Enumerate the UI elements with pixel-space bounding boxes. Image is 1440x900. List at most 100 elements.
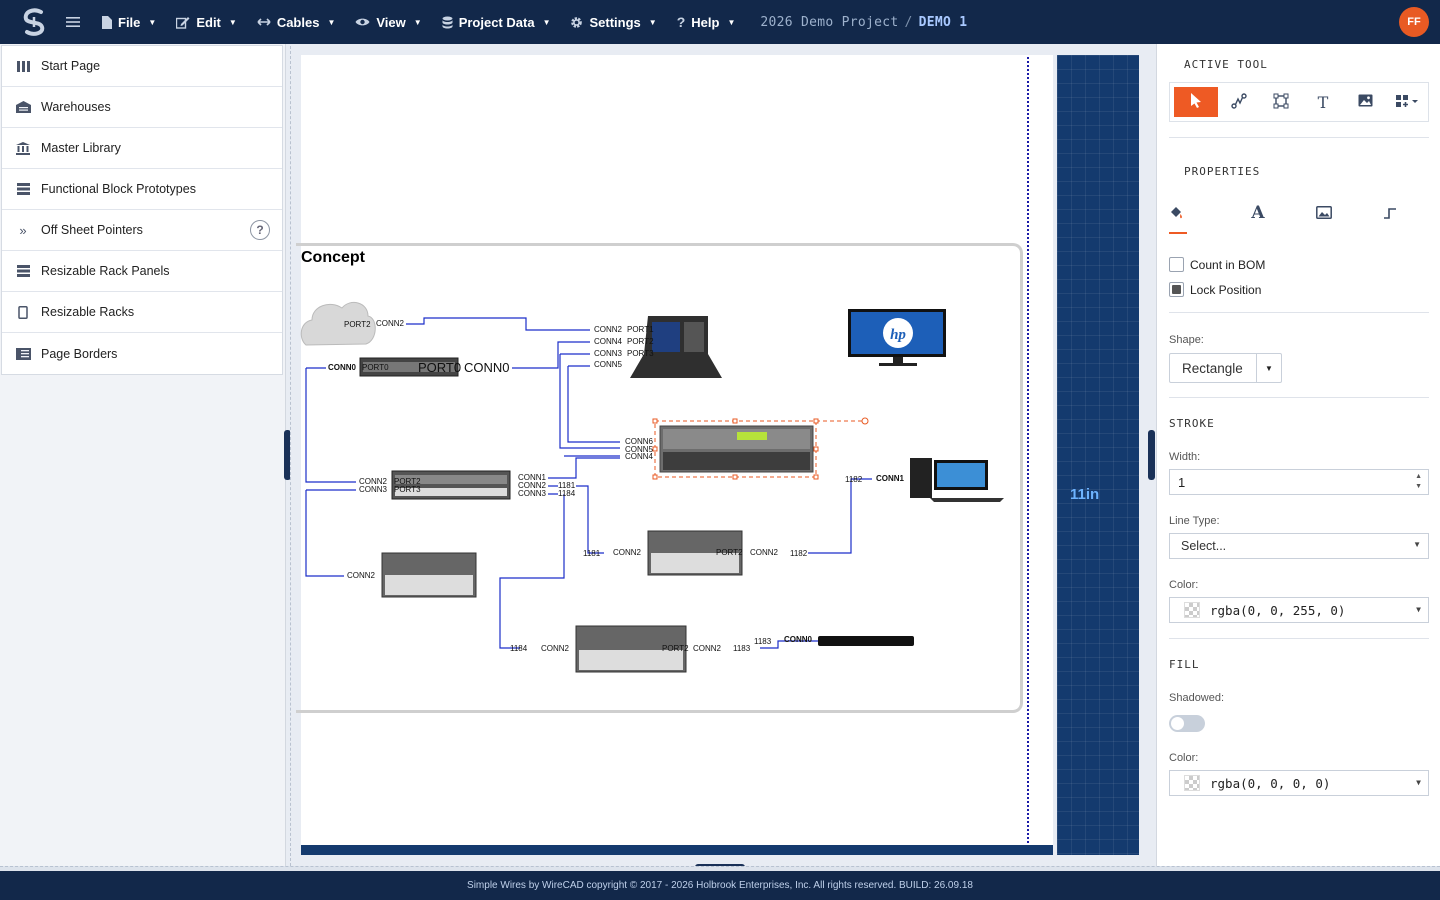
menu-edit-label: Edit [196, 14, 221, 30]
chevron-down-icon: ▼ [1413, 540, 1421, 549]
pointer-tool-button[interactable] [1174, 87, 1218, 117]
chevron-down-icon[interactable]: ▼ [1256, 354, 1281, 382]
page-border-icon [15, 347, 31, 361]
menu-cables-label: Cables [276, 14, 320, 30]
sidebar-item-off-sheet-pointers[interactable]: » Off Sheet Pointers ? [2, 210, 282, 251]
avatar[interactable]: FF [1399, 7, 1429, 37]
breadcrumb-page[interactable]: DEMO 1 [919, 15, 968, 30]
columns-icon [15, 59, 31, 73]
sidebar-item-start-page[interactable]: Start Page [2, 46, 282, 87]
lock-position-row[interactable]: Lock Position [1169, 282, 1261, 297]
connector-icon [1383, 206, 1397, 223]
stroke-heading: STROKE [1169, 417, 1215, 430]
fill-color-value: rgba(0, 0, 0, 0) [1210, 775, 1331, 791]
stroke-width-input[interactable]: 1 ▲ ▼ [1169, 469, 1429, 495]
tab-image[interactable] [1291, 200, 1357, 234]
sidebar-list: Start Page Warehouses Master Library Fun… [1, 45, 283, 375]
blocks-icon [15, 182, 31, 196]
chevron-down-icon: ▼ [327, 17, 336, 27]
menu-edit[interactable]: Edit ▼ [166, 0, 246, 44]
chevron-down-icon: ▼ [727, 17, 736, 27]
hamburger-menu-icon[interactable] [62, 11, 84, 33]
main-menu: File ▼ Edit ▼ Cables ▼ View ▼ Project Da… [92, 0, 745, 44]
shape-select[interactable]: Rectangle ▼ [1169, 353, 1282, 383]
menu-cables[interactable]: Cables ▼ [247, 0, 346, 44]
menu-view[interactable]: View ▼ [345, 0, 431, 44]
gear-icon [570, 16, 583, 29]
library-icon [15, 141, 31, 155]
fill-color-label: Color: [1169, 752, 1199, 764]
app-logo-icon[interactable] [19, 7, 49, 37]
stroke-color-value: rgba(0, 0, 255, 0) [1210, 602, 1346, 618]
stroke-color-label: Color: [1169, 579, 1199, 591]
menu-view-label: View [376, 14, 406, 30]
file-icon [102, 15, 112, 29]
chevron-down-icon: ▼ [413, 17, 422, 27]
wire-tool-button[interactable] [1218, 83, 1260, 121]
image-tool-button[interactable] [1344, 83, 1386, 121]
paint-bucket-icon [1169, 206, 1183, 223]
menu-project-data[interactable]: Project Data ▼ [432, 0, 561, 44]
breadcrumb-project[interactable]: 2026 Demo Project [760, 15, 898, 30]
menu-project-data-label: Project Data [458, 14, 535, 30]
divider [1169, 638, 1429, 639]
tab-fill[interactable] [1169, 200, 1187, 234]
text-icon: T [1317, 92, 1329, 112]
menu-settings-label: Settings [589, 14, 641, 30]
footer: Simple Wires by WireCAD copyright © 2017… [0, 871, 1440, 900]
chevron-down-icon: ▼ [648, 17, 657, 27]
menu-settings[interactable]: Settings ▼ [560, 0, 666, 44]
fill-color-select[interactable]: rgba(0, 0, 0, 0) ▼ [1169, 770, 1429, 796]
sidebar-item-label: Functional Block Prototypes [41, 182, 196, 196]
chevron-down-icon: ▼ [542, 17, 551, 27]
count-in-bom-checkbox[interactable] [1169, 257, 1184, 272]
font-icon: A [1251, 203, 1265, 223]
lock-position-label: Lock Position [1190, 282, 1262, 297]
cables-icon [257, 17, 271, 27]
lock-position-checkbox[interactable] [1169, 282, 1184, 297]
count-in-bom-label: Count in BOM [1190, 257, 1266, 272]
divider [1169, 137, 1429, 138]
count-in-bom-row[interactable]: Count in BOM [1169, 257, 1265, 272]
copyright-text: Simple Wires by WireCAD copyright © 2017… [467, 880, 973, 891]
width-label: Width: [1169, 451, 1201, 463]
sidebar-item-master-library[interactable]: Master Library [2, 128, 282, 169]
panel-collapse-handle[interactable] [1148, 430, 1155, 480]
pointer-icon [1190, 93, 1202, 111]
text-tool-button[interactable]: T [1302, 83, 1344, 121]
properties-heading: PROPERTIES [1184, 165, 1261, 178]
page-margin-grid [1057, 55, 1139, 855]
concept-frame[interactable] [296, 243, 1023, 713]
tab-text[interactable]: A [1225, 200, 1291, 234]
rack-icon [15, 305, 31, 319]
shape-tool-button[interactable] [1260, 83, 1302, 121]
menu-help[interactable]: ? Help ▼ [667, 0, 746, 44]
active-tool-heading: ACTIVE TOOL [1184, 58, 1268, 71]
concept-title[interactable]: Concept [301, 249, 365, 267]
database-icon [442, 16, 453, 29]
sidebar-item-warehouses[interactable]: Warehouses [2, 87, 282, 128]
ruler-label: 11in [1070, 486, 1100, 503]
sidebar-item-functional-block-prototypes[interactable]: Functional Block Prototypes [2, 169, 282, 210]
divider [1169, 312, 1429, 313]
chevron-down-icon: ▼ [1416, 605, 1421, 614]
menu-file[interactable]: File ▼ [92, 0, 166, 44]
sidebar-item-label: Master Library [41, 141, 121, 155]
stroke-color-select[interactable]: rgba(0, 0, 255, 0) ▼ [1169, 597, 1429, 623]
sidebar-item-resizable-rack-panels[interactable]: Resizable Rack Panels [2, 251, 282, 292]
shadowed-toggle[interactable] [1169, 715, 1205, 732]
sidebar-item-page-borders[interactable]: Page Borders [2, 333, 282, 374]
spinner-icon[interactable]: ▲ ▼ [1415, 472, 1422, 492]
help-icon[interactable]: ? [250, 220, 270, 240]
sidebar-item-label: Off Sheet Pointers [41, 223, 143, 237]
sidebar-item-label: Warehouses [41, 100, 111, 114]
more-tools-button[interactable] [1386, 83, 1428, 121]
tab-connector[interactable] [1357, 200, 1423, 234]
properties-panel: ACTIVE TOOL T PROPERTIES A Count in BOM … [1156, 44, 1440, 866]
sidebar-item-resizable-racks[interactable]: Resizable Racks [2, 292, 282, 333]
chevron-down-icon: ▼ [148, 17, 157, 27]
add-shapes-icon [1395, 94, 1419, 111]
line-type-select[interactable]: Select... ▼ [1169, 533, 1429, 559]
edit-icon [176, 16, 190, 29]
double-chevron-icon: » [19, 222, 27, 238]
